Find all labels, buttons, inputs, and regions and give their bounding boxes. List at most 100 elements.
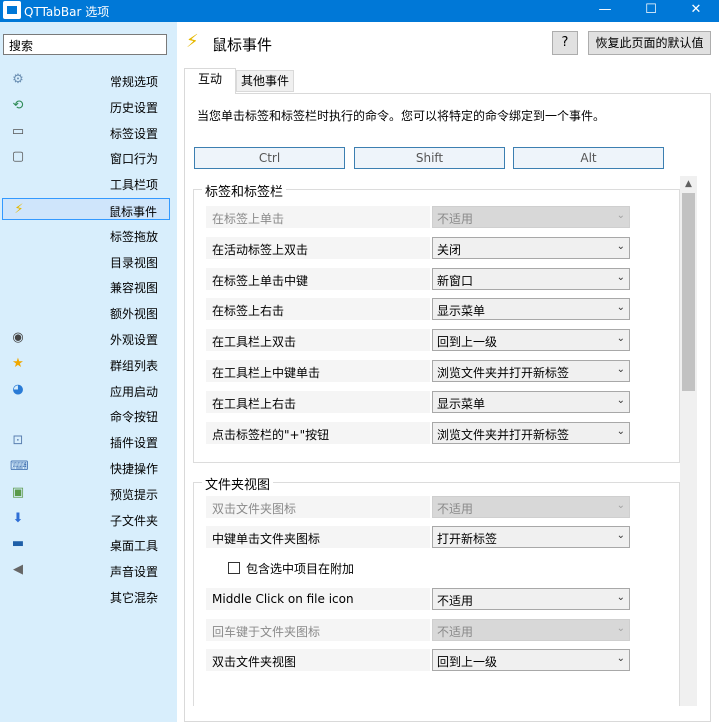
action-dropdown: 不适用 ⌄ xyxy=(432,619,630,641)
setting-label: 在活动标签上双击 xyxy=(212,242,309,257)
sidebar-item[interactable]: ⬇ 子文件夹 xyxy=(2,508,170,530)
restore-defaults-button[interactable]: 恢复此页面的默认值 xyxy=(588,31,711,55)
sidebar-item-label: 外观设置 xyxy=(109,333,158,347)
folder-group-title: 文件夹视图 xyxy=(202,474,274,493)
tabs-group-title: 标签和标签栏 xyxy=(202,181,287,200)
sidebar-item[interactable]: ⚡ 鼠标事件 xyxy=(2,198,170,220)
sidebar-item[interactable]: ▭ 标签设置 xyxy=(2,121,170,143)
ctrl-modifier-button[interactable]: Ctrl xyxy=(194,147,345,169)
action-dropdown[interactable]: 关闭 ⌄ xyxy=(432,236,630,259)
dropdown-value: 新窗口 xyxy=(437,273,474,288)
sidebar-item[interactable]: 其它混杂 xyxy=(2,585,170,607)
action-dropdown[interactable]: 浏览文件夹并打开新标签 ⌄ xyxy=(432,360,630,382)
setting-row: 在工具栏上双击 xyxy=(206,329,430,352)
search-input[interactable]: 搜索 xyxy=(3,34,167,55)
setting-row: 中键单击文件夹图标 xyxy=(206,526,430,548)
setting-label: 在工具栏上右击 xyxy=(212,396,297,411)
sidebar-item-label: 兼容视图 xyxy=(109,281,158,296)
app-icon xyxy=(3,1,21,19)
dropdown-value: 显示菜单 xyxy=(437,304,486,319)
sidebar-item-label: 插件设置 xyxy=(109,436,158,451)
sidebar-item[interactable]: ▬ 桌面工具 xyxy=(2,533,170,555)
sidebar-item-label: 群组列表 xyxy=(109,358,158,373)
title-bar: QTTabBar 选项 — ☐ ✕ xyxy=(0,0,719,22)
chevron-down-icon: ⌄ xyxy=(616,394,625,406)
sidebar-item-label: 历史设置 xyxy=(109,100,158,115)
action-dropdown: 不适用 ⌄ xyxy=(432,206,630,228)
sidebar-item[interactable]: ★ 群组列表 xyxy=(2,353,170,375)
sidebar: 搜索 ⚙ 常规选项 ⟲ 历史设置 ▭ 标签设置 ▢ 窗口行为工具栏项 ⚡ 鼠标事件标签拖放目录视图… xyxy=(0,22,177,722)
close-button[interactable]: ✕ xyxy=(673,0,719,22)
tab-other-events[interactable]: 其他事件 xyxy=(236,70,294,92)
setting-label: 中键单击文件夹图标 xyxy=(212,532,321,546)
sidebar-item[interactable]: 工具栏项 xyxy=(2,172,170,194)
sidebar-item[interactable]: ⟲ 历史设置 xyxy=(2,95,170,117)
window-title: QTTabBar 选项 xyxy=(24,5,110,19)
sidebar-item[interactable]: ◕ 应用启动 xyxy=(2,379,170,401)
chevron-down-icon: ⌄ xyxy=(616,500,625,511)
action-dropdown[interactable]: 回到上一级 ⌄ xyxy=(432,649,630,671)
chevron-down-icon: ⌄ xyxy=(616,333,625,345)
chevron-down-icon: ⌄ xyxy=(616,302,625,314)
include-selected-checkbox[interactable] xyxy=(228,562,240,574)
sidebar-item[interactable]: 兼容视图 xyxy=(2,275,170,297)
sidebar-item[interactable]: ⌨ 快捷操作 xyxy=(2,456,170,478)
scrollbar-thumb[interactable] xyxy=(682,193,695,391)
sidebar-item[interactable]: 目录视图 xyxy=(2,250,170,272)
action-dropdown[interactable]: 显示菜单 ⌄ xyxy=(432,298,630,321)
help-button[interactable]: ? xyxy=(552,31,578,55)
sidebar-item[interactable]: ⚙ 常规选项 xyxy=(2,69,170,91)
maximize-button[interactable]: ☐ xyxy=(628,0,674,22)
setting-label: 点击标签栏的"+"按钮 xyxy=(212,427,330,442)
setting-row: 双击文件夹图标 xyxy=(206,496,430,518)
desktop-icon: ▬ xyxy=(11,536,25,552)
globe-icon: ◕ xyxy=(12,381,24,397)
page-title: 鼠标事件 xyxy=(212,36,273,54)
sidebar-item[interactable]: ◉ 外观设置 xyxy=(2,327,170,349)
chevron-down-icon: ⌄ xyxy=(616,653,625,664)
history-icon: ⟲ xyxy=(12,97,24,113)
vertical-scrollbar[interactable]: ▲ xyxy=(680,176,697,706)
sidebar-item-label: 桌面工具 xyxy=(109,539,158,554)
alt-modifier-button[interactable]: Alt xyxy=(513,147,664,169)
star-icon: ★ xyxy=(12,355,24,371)
tab-interaction[interactable]: 互动 xyxy=(184,68,236,94)
sidebar-item[interactable]: ▣ 预览提示 xyxy=(2,482,170,504)
plugin-icon: ⊡ xyxy=(12,433,24,449)
dropdown-value: 浏览文件夹并打开新标签 xyxy=(437,427,570,442)
setting-label: 在标签上单击中键 xyxy=(212,273,309,288)
action-dropdown[interactable]: 显示菜单 ⌄ xyxy=(432,390,630,413)
sidebar-item[interactable]: ⊡ 插件设置 xyxy=(2,430,170,452)
setting-label: Middle Click on file icon xyxy=(212,592,354,606)
shift-modifier-button[interactable]: Shift xyxy=(354,147,505,169)
dropdown-value: 不适用 xyxy=(437,212,474,226)
dropdown-value: 回到上一级 xyxy=(437,655,498,669)
sidebar-item[interactable]: 额外视图 xyxy=(2,301,170,323)
sidebar-item[interactable]: 标签拖放 xyxy=(2,224,170,246)
action-dropdown[interactable]: 浏览文件夹并打开新标签 ⌄ xyxy=(432,421,630,444)
description-text: 当您单击标签和标签栏时执行的命令。您可以将特定的命令绑定到一个事件。 xyxy=(197,109,606,123)
sidebar-item[interactable]: ◀ 声音设置 xyxy=(2,559,170,581)
action-dropdown[interactable]: 打开新标签 ⌄ xyxy=(432,526,630,548)
events-scroll-area: 标签和标签栏 在标签上单击 不适用 ⌄ 在活动标签上双击 关闭 ⌄ 在标签上单击中键 新窗口 ⌄… xyxy=(193,176,697,706)
tab-icon: ▭ xyxy=(11,123,25,139)
chevron-down-icon: ⌄ xyxy=(616,271,625,283)
action-dropdown[interactable]: 新窗口 ⌄ xyxy=(432,267,630,290)
lightning-icon: ⚡ xyxy=(186,31,199,52)
sidebar-item-label: 其它混杂 xyxy=(109,591,158,605)
sidebar-item[interactable]: ▢ 窗口行为 xyxy=(2,146,170,168)
action-dropdown[interactable]: 不适用 ⌄ xyxy=(432,588,630,610)
scroll-up-arrow-icon[interactable]: ▲ xyxy=(680,176,697,193)
sidebar-item[interactable]: 命令按钮 xyxy=(2,404,170,426)
setting-row: 在标签上单击中键 xyxy=(206,267,430,290)
keyboard-icon: ⌨ xyxy=(10,459,29,474)
dropdown-value: 打开新标签 xyxy=(437,532,498,546)
sidebar-item-label: 应用启动 xyxy=(109,384,158,399)
setting-label: 在工具栏上双击 xyxy=(212,335,297,350)
sidebar-item-label: 预览提示 xyxy=(109,487,158,502)
setting-label: 在标签上单击 xyxy=(212,212,285,226)
action-dropdown[interactable]: 回到上一级 ⌄ xyxy=(432,329,630,352)
minimize-button[interactable]: — xyxy=(582,0,628,22)
eye-icon: ◉ xyxy=(12,330,24,345)
setting-row: 点击标签栏的"+"按钮 xyxy=(206,421,430,444)
